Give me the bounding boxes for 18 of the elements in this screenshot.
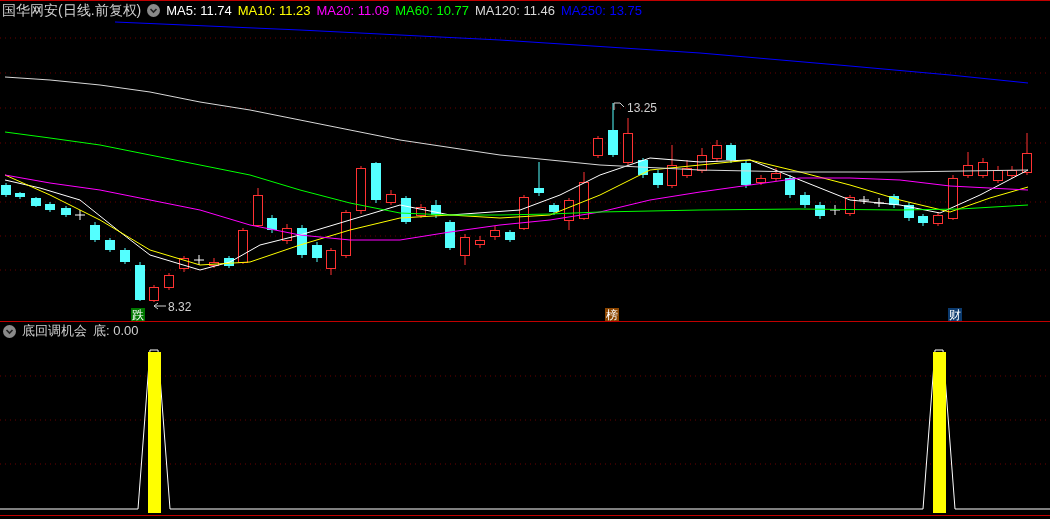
event-badge[interactable]: 榜 — [605, 308, 619, 321]
indicator-value: MA5: 11.74 — [166, 1, 232, 20]
indicator-value: MA60: 10.77 — [395, 1, 469, 20]
event-badge[interactable]: 跌 — [131, 308, 145, 321]
dropdown-icon[interactable] — [147, 4, 161, 17]
indicator-value: MA10: 11.23 — [237, 1, 311, 20]
pointer-arrow-icon — [613, 102, 625, 111]
stock-title: 国华网安(日线.前复权) — [2, 1, 142, 20]
indicator-value: MA20: 11.09 — [316, 1, 390, 20]
indicator-value: 底: 0.00 — [93, 322, 139, 341]
pointer-arrow-icon — [153, 302, 167, 310]
indicator-title: 底回调机会 — [22, 322, 87, 341]
indicator-value: MA120: 11.46 — [475, 1, 555, 20]
dropdown-icon[interactable] — [3, 324, 16, 338]
indicator-value: MA250: 13.75 — [561, 1, 642, 20]
event-badge[interactable]: 财 — [948, 308, 962, 321]
low-price-label: 8.32 — [168, 300, 192, 314]
high-price-label: 13.25 — [627, 101, 658, 115]
